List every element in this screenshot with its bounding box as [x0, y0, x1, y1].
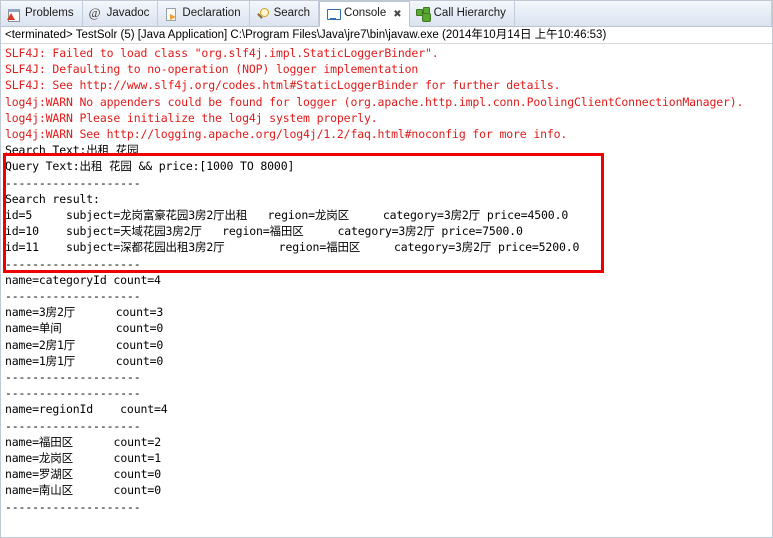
log-line: SLF4J: Defaulting to no-operation (NOP) …: [5, 62, 419, 77]
search-icon: [256, 7, 270, 21]
close-icon[interactable]: ✖: [393, 9, 401, 20]
log-line: log4j:WARN Please initialize the log4j s…: [5, 110, 378, 125]
tab-javadoc[interactable]: Javadoc: [83, 1, 159, 26]
view-tab-bar: Problems Javadoc Declaration Search Cons…: [1, 1, 772, 27]
log-line: name=单间 count=0: [5, 321, 164, 336]
call-hierarchy-icon: [415, 6, 430, 21]
tab-call-hierarchy-label: Call Hierarchy: [433, 6, 506, 19]
log-line: --------------------: [5, 418, 141, 433]
log-line: --------------------: [5, 499, 141, 514]
log-line: id=5 subject=龙岗富豪花园3房2厅出租 region=龙岗区 cat…: [5, 208, 569, 223]
log-line: name=南山区 count=0: [5, 483, 161, 498]
problems-icon: [7, 7, 21, 22]
log-line: --------------------: [5, 370, 141, 385]
tab-declaration-label: Declaration: [182, 6, 241, 19]
terminated-process-line: <terminated> TestSolr (5) [Java Applicat…: [1, 27, 772, 44]
javadoc-icon: [89, 5, 103, 21]
log-line: name=2房1厅 count=0: [5, 337, 164, 352]
log-line: Search result:: [5, 191, 100, 206]
log-line: name=3房2厅 count=3: [5, 305, 164, 320]
tab-bar-filler: [515, 1, 772, 26]
log-line: name=categoryId count=4: [5, 272, 161, 287]
log-line: name=regionId count=4: [5, 402, 168, 417]
tab-search-label: Search: [273, 6, 311, 19]
log-line: name=龙岗区 count=1: [5, 451, 161, 466]
log-line: name=福田区 count=2: [5, 434, 161, 449]
log-line: name=1房1厅 count=0: [5, 353, 164, 368]
declaration-icon: [164, 7, 178, 21]
log-line: id=10 subject=天域花园3房2厅 region=福田区 catego…: [5, 224, 523, 239]
console-log-lines: SLF4J: Failed to load class "org.slf4j.i…: [1, 44, 772, 515]
log-line: --------------------: [5, 175, 141, 190]
tab-problems-label: Problems: [25, 6, 74, 19]
console-output-area[interactable]: <terminated> TestSolr (5) [Java Applicat…: [1, 27, 772, 537]
console-icon: [326, 7, 342, 21]
log-line: Query Text:出租 花园 && price:[1000 TO 8000]: [5, 159, 295, 174]
tab-call-hierarchy[interactable]: Call Hierarchy: [410, 1, 515, 26]
tab-search[interactable]: Search: [250, 1, 320, 26]
log-line: SLF4J: See http://www.slf4j.org/codes.ht…: [5, 78, 561, 93]
log-line: --------------------: [5, 386, 141, 401]
log-line: id=11 subject=深都花园出租3房2厅 region=福田区 cate…: [5, 240, 580, 255]
log-line: name=罗湖区 count=0: [5, 467, 161, 482]
log-line: Search Text:出租 花园: [5, 143, 139, 158]
tab-console-label: Console: [344, 7, 387, 20]
tab-console[interactable]: Console ✖: [319, 1, 410, 27]
tab-javadoc-label: Javadoc: [106, 6, 150, 19]
log-line: SLF4J: Failed to load class "org.slf4j.i…: [5, 46, 439, 60]
log-line: --------------------: [5, 289, 141, 304]
log-line: log4j:WARN See http://logging.apache.org…: [5, 127, 568, 142]
log-line: log4j:WARN No appenders could be found f…: [5, 94, 744, 109]
tab-problems[interactable]: Problems: [1, 1, 83, 26]
eclipse-console-view: Problems Javadoc Declaration Search Cons…: [0, 0, 773, 538]
log-line: --------------------: [5, 256, 141, 271]
tab-declaration[interactable]: Declaration: [158, 1, 250, 26]
